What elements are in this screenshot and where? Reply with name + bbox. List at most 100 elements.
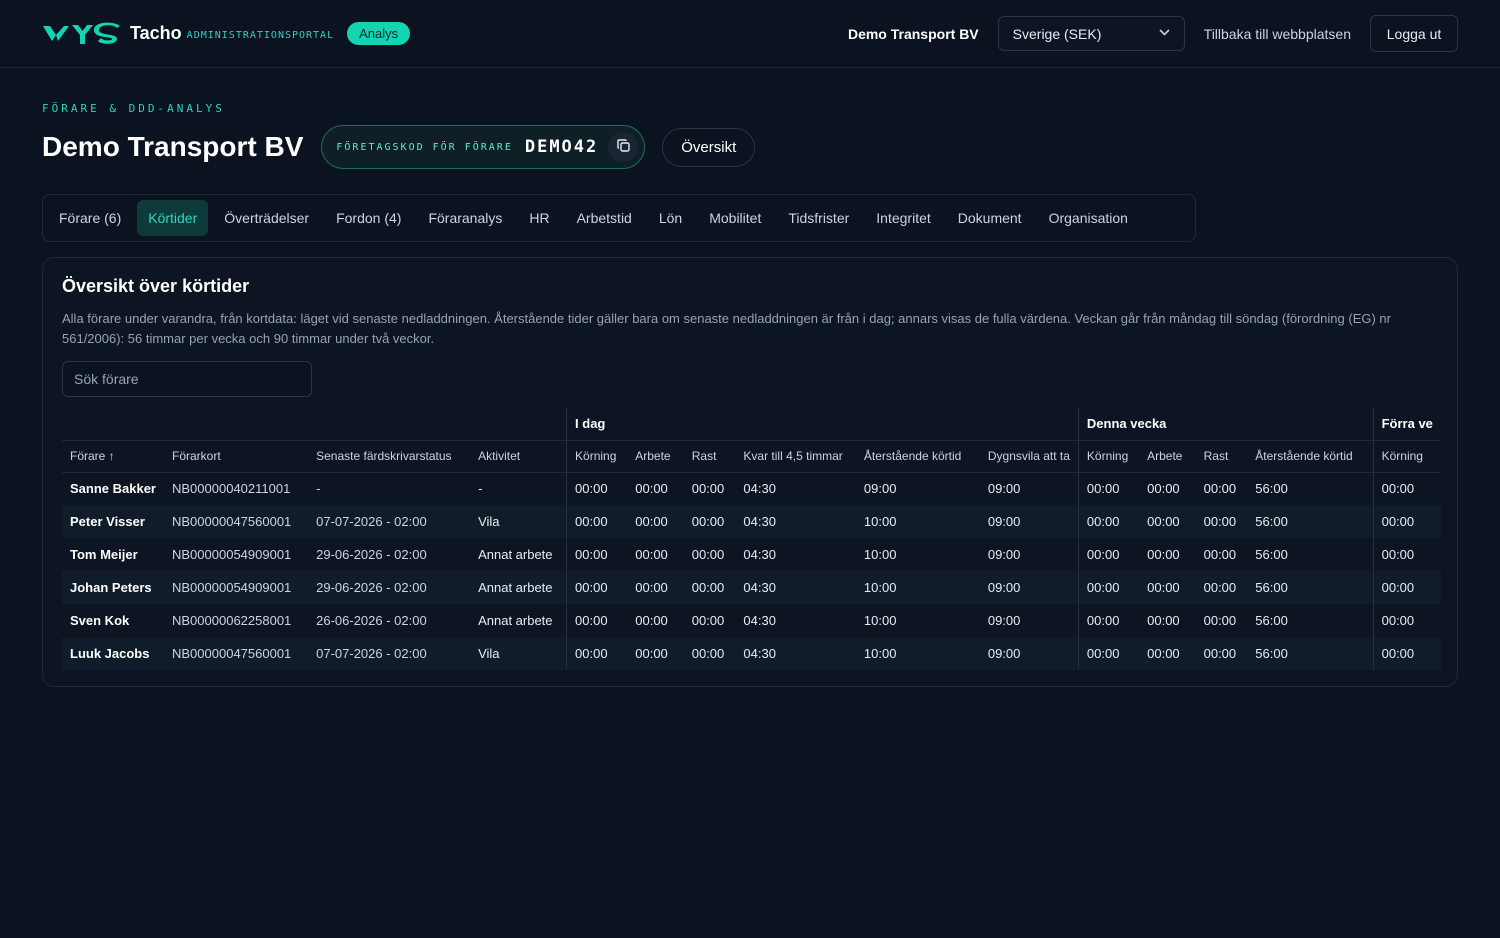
table-row[interactable]: Peter Visser NB00000047560001 07-07-2026 -… (62, 505, 1441, 538)
tab-foraranalys[interactable]: Föraranalys (417, 200, 513, 236)
driving-times-table: I dag Denna vecka Förra ve Förare ↑ Föra… (62, 408, 1441, 670)
cell-status: 26-06-2026 - 02:00 (316, 613, 427, 628)
col-header-activity[interactable]: Aktivitet (470, 440, 567, 473)
cell-card: NB00000054909001 (172, 547, 292, 562)
title-row: Demo Transport BV FÖRETAGSKOD FÖR FÖRARE… (42, 125, 1458, 169)
cell-w-work: 00:00 (1147, 481, 1180, 497)
tab-fordon[interactable]: Fordon (4) (325, 200, 412, 236)
table-row[interactable]: Tom Meijer NB00000054909001 29-06-2026 - 0… (62, 538, 1441, 571)
col-header-today-left45[interactable]: Kvar till 4,5 timmar (735, 440, 856, 473)
search-driver-input[interactable]: Sök förare (62, 361, 312, 397)
col-header-week-work[interactable]: Arbete (1139, 440, 1196, 473)
cell-t-drive: 00:00 (566, 472, 628, 505)
tab-mobilitet[interactable]: Mobilitet (698, 200, 772, 236)
tab-organisation[interactable]: Organisation (1038, 200, 1139, 236)
section-eyebrow: FÖRARE & DDD-ANALYS (42, 102, 225, 115)
cell-t-remaining: 10:00 (855, 505, 980, 538)
company-code-value: DEMO42 (524, 137, 599, 157)
cell-w-drive: 00:00 (1077, 505, 1140, 538)
cell-t-work: 00:00 (635, 481, 668, 497)
company-code-pill: FÖRETAGSKOD FÖR FÖRARE DEMO42 (321, 125, 646, 169)
cell-w-rest: 00:00 (1203, 547, 1237, 562)
cell-w-drive: 00:00 (1077, 538, 1140, 571)
cell-status: - (316, 481, 321, 497)
cell-status: 29-06-2026 - 02:00 (308, 571, 471, 604)
card-description: Alla förare under varandra, från kortdat… (62, 311, 1391, 346)
cell-card: NB00000047560001 (164, 505, 309, 538)
cell-w-remaining: 56:00 (1255, 613, 1288, 628)
tab-kortider[interactable]: Körtider (137, 200, 209, 236)
tab-hr[interactable]: HR (518, 200, 560, 236)
group-header-this-week: Denna vecka (1077, 408, 1374, 441)
col-header-today-driving[interactable]: Körning (566, 440, 628, 473)
col-header-status[interactable]: Senaste färdskrivarstatus (308, 440, 471, 473)
col-header-today-daily-rest[interactable]: Dygnsvila att ta (979, 440, 1079, 473)
table-row[interactable]: Luuk Jacobs NB00000047560001 07-07-2026 - … (62, 637, 1441, 670)
cell-t-left45: 04:30 (735, 637, 856, 670)
cell-t-left45: 04:30 (743, 481, 776, 497)
driving-times-table-wrapper[interactable]: I dag Denna vecka Förra ve Förare ↑ Föra… (62, 408, 1441, 670)
col-header-today-work[interactable]: Arbete (627, 440, 684, 473)
cell-driver: Peter Visser (62, 505, 164, 538)
table-row[interactable]: Sven Kok NB00000062258001 26-06-2026 - 02:… (62, 604, 1441, 637)
logout-button[interactable]: Logga ut (1370, 15, 1458, 52)
cell-w-remaining: 56:00 (1247, 505, 1374, 538)
cell-card: NB00000047560001 (164, 637, 309, 670)
analys-badge: Analys (347, 22, 411, 45)
cell-driver: Luuk Jacobs (62, 637, 164, 670)
cell-t-rest: 00:00 (683, 505, 736, 538)
cell-status: 29-06-2026 - 02:00 (316, 547, 427, 562)
company-name: Demo Transport BV (847, 25, 979, 42)
cell-w-work: 00:00 (1139, 571, 1196, 604)
overview-button[interactable]: Översikt (662, 127, 756, 167)
cell-activity: Vila (470, 505, 567, 538)
copy-code-button[interactable] (608, 132, 639, 162)
brand-name: Tacho (130, 23, 182, 43)
tab-integritet[interactable]: Integritet (865, 200, 941, 236)
col-header-prev-week-driving[interactable]: Körning (1372, 440, 1441, 473)
cell-p-drive: 00:00 (1372, 571, 1441, 604)
tab-forare[interactable]: Förare (6) (48, 200, 132, 236)
country-select[interactable]: Sverige (SEK) (997, 16, 1185, 51)
col-header-today-remaining[interactable]: Återstående körtid (855, 440, 980, 473)
card-title: Översikt över körtider (62, 276, 250, 296)
cell-status: 07-07-2026 - 02:00 (308, 505, 471, 538)
cell-card: NB00000040211001 (172, 481, 291, 497)
cell-t-left45: 04:30 (735, 505, 856, 538)
col-header-driver[interactable]: Förare ↑ (62, 440, 164, 473)
tab-dokument[interactable]: Dokument (947, 200, 1033, 236)
table-row[interactable]: Johan Peters NB00000054909001 29-06-2026 -… (62, 571, 1441, 604)
table-row[interactable]: Sanne Bakker NB00000040211001 - - 00:00 00:00… (62, 472, 1441, 505)
tab-overtradelser[interactable]: Överträdelser (213, 200, 320, 236)
col-header-week-driving[interactable]: Körning (1077, 440, 1140, 473)
cell-w-drive: 00:00 (1077, 637, 1140, 670)
cell-t-rest: 00:00 (691, 613, 725, 628)
col-header-week-remaining[interactable]: Återstående körtid (1247, 440, 1374, 473)
tab-arbetstid[interactable]: Arbetstid (566, 200, 643, 236)
cell-t-work: 00:00 (635, 547, 668, 562)
col-header-card[interactable]: Förarkort (164, 440, 309, 473)
copy-icon (617, 139, 630, 155)
cell-t-dailyrest: 09:00 (987, 613, 1021, 628)
tab-bar: Förare (6) Körtider Överträdelser Fordon… (42, 194, 1196, 242)
page-title: Demo Transport BV (42, 131, 304, 162)
col-header-today-rest[interactable]: Rast (683, 440, 736, 473)
brand-subtitle: ADMINISTRATIONSPORTAL (186, 30, 335, 41)
tab-tidsfrister[interactable]: Tidsfrister (777, 200, 860, 236)
back-to-website-link[interactable]: Tillbaka till webbplatsen (1204, 26, 1351, 42)
cell-p-drive: 00:00 (1372, 637, 1441, 670)
brand[interactable]: Tacho ADMINISTRATIONSPORTAL Analys (42, 21, 411, 47)
top-bar: Tacho ADMINISTRATIONSPORTAL Analys Demo … (0, 0, 1500, 68)
cell-w-drive: 00:00 (1077, 604, 1140, 637)
cell-t-left45: 04:30 (743, 547, 776, 562)
driving-times-card: Översikt över körtider Alla förare under… (42, 257, 1458, 687)
chevron-down-icon (1159, 28, 1170, 39)
tab-lon[interactable]: Lön (648, 200, 693, 236)
cell-card: NB00000054909001 (164, 571, 309, 604)
cell-t-remaining: 10:00 (855, 571, 980, 604)
cell-t-dailyrest: 09:00 (979, 571, 1079, 604)
top-right-controls: Demo Transport BV Sverige (SEK) Tillbaka… (848, 15, 1458, 52)
cell-driver: Johan Peters (62, 571, 164, 604)
cell-w-rest: 00:00 (1195, 571, 1248, 604)
col-header-week-rest[interactable]: Rast (1195, 440, 1248, 473)
